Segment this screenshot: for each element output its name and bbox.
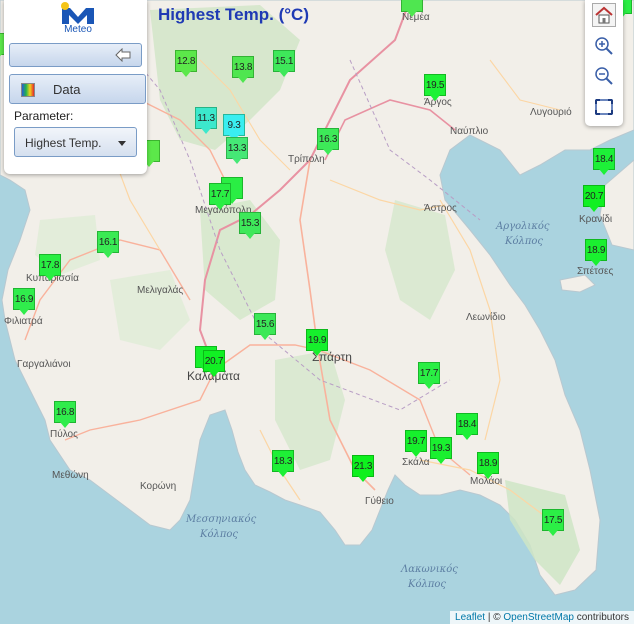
sea-label-laconian-2: Κόλπος [407, 579, 446, 590]
station-marker[interactable]: 13.8 [232, 56, 254, 83]
station-marker[interactable]: 16.3 [317, 128, 339, 155]
zoom-in-icon[interactable] [592, 34, 616, 58]
station-marker[interactable]: 17.8 [39, 254, 61, 281]
place-label-methoni: Μεθώνη [52, 469, 89, 481]
attribution-suffix: contributors [573, 612, 629, 623]
map-attribution: Leaflet | © OpenStreetMap contributors [450, 611, 634, 624]
station-marker[interactable]: 12.8 [175, 50, 197, 77]
station-marker[interactable]: 19.7 [405, 430, 427, 457]
sea-label-argolic: Αργολικός [495, 221, 550, 232]
place-label-gytheio: Γύθειο [365, 495, 394, 507]
place-label-tripoli: Τρίπολη [288, 153, 325, 165]
place-label-koroni: Κορώνη [140, 480, 176, 492]
station-marker[interactable]: 18.3 [272, 450, 294, 477]
place-label-nafplio: Ναύπλιο [450, 125, 489, 137]
parameter-select-value: Highest Temp. [25, 136, 102, 150]
logo-text: Meteo [64, 24, 92, 35]
color-scale-icon [21, 83, 35, 97]
station-marker[interactable]: 18.9 [477, 452, 499, 479]
place-label-pylos: Πύλος [50, 428, 78, 440]
station-marker[interactable]: 15.3 [239, 212, 261, 239]
station-marker[interactable]: 19.3 [430, 437, 452, 464]
station-marker[interactable]: 16.8 [54, 401, 76, 428]
station-marker[interactable]: 21.3 [352, 455, 374, 482]
zoom-out-icon[interactable] [592, 64, 616, 88]
station-marker[interactable]: 15.1 [273, 50, 295, 77]
station-marker[interactable]: 15.6 [254, 313, 276, 340]
station-marker[interactable]: 9.3 [223, 114, 245, 141]
station-marker[interactable]: 16.9 [13, 288, 35, 315]
sea-label-messinian: Μεσσηνιακός [185, 514, 257, 525]
parameter-label: Parameter: [14, 109, 74, 123]
parameter-select[interactable]: Highest Temp. [14, 127, 137, 157]
chevron-down-icon [118, 141, 126, 146]
station-marker[interactable]: 20.7 [583, 185, 605, 212]
station-marker[interactable]: 19.5 [424, 74, 446, 101]
station-marker[interactable]: 19.9 [306, 329, 328, 356]
arrow-left-icon [115, 48, 131, 62]
place-label-astros: Άστρος [424, 203, 457, 214]
station-marker[interactable]: 13.3 [226, 137, 248, 164]
map-toolbar [585, 0, 623, 126]
osm-link[interactable]: OpenStreetMap [503, 612, 574, 623]
place-label-lygourio: Λυγουριό [530, 106, 572, 118]
place-label-meligalas: Μελιγαλάς [137, 284, 183, 296]
station-marker-hidden[interactable] [401, 0, 423, 17]
data-button[interactable]: Data [9, 74, 146, 104]
place-label-gargalianoi: Γαργαλιάνοι [17, 358, 71, 370]
leaflet-link[interactable]: Leaflet [455, 612, 485, 623]
fullscreen-icon[interactable] [592, 95, 616, 119]
sea-label-messinian-2: Κόλπος [199, 529, 238, 540]
station-marker[interactable]: 11.3 [195, 107, 217, 134]
place-label-kranidi: Κρανίδι [579, 213, 612, 225]
home-icon[interactable] [592, 3, 616, 27]
station-marker[interactable]: 17.7 [209, 183, 231, 210]
place-label-filiatra: Φιλιατρά [4, 315, 43, 327]
sea-label-argolic-2: Κόλπος [504, 236, 543, 247]
control-panel: Meteo Data Parameter: Highest Temp. [4, 0, 147, 174]
station-marker[interactable]: 18.4 [593, 148, 615, 175]
sea-label-laconian: Λακωνικός [400, 564, 458, 575]
station-marker[interactable]: 17.5 [542, 509, 564, 536]
station-marker[interactable]: 20.7 [203, 350, 225, 377]
station-marker[interactable]: 17.7 [418, 362, 440, 389]
station-marker[interactable]: 18.4 [456, 413, 478, 440]
attribution-separator: | © [485, 612, 504, 623]
station-marker[interactable]: 16.1 [97, 231, 119, 258]
place-label-spetses: Σπέτσες [577, 265, 613, 277]
map-title: Highest Temp. (°C) [158, 5, 309, 24]
place-label-leonidio: Λεωνίδιο [466, 311, 506, 323]
station-marker[interactable]: 18.9 [585, 239, 607, 266]
data-button-label: Data [53, 82, 81, 97]
collapse-panel-button[interactable] [9, 43, 142, 67]
place-label-skala: Σκάλα [402, 456, 430, 468]
